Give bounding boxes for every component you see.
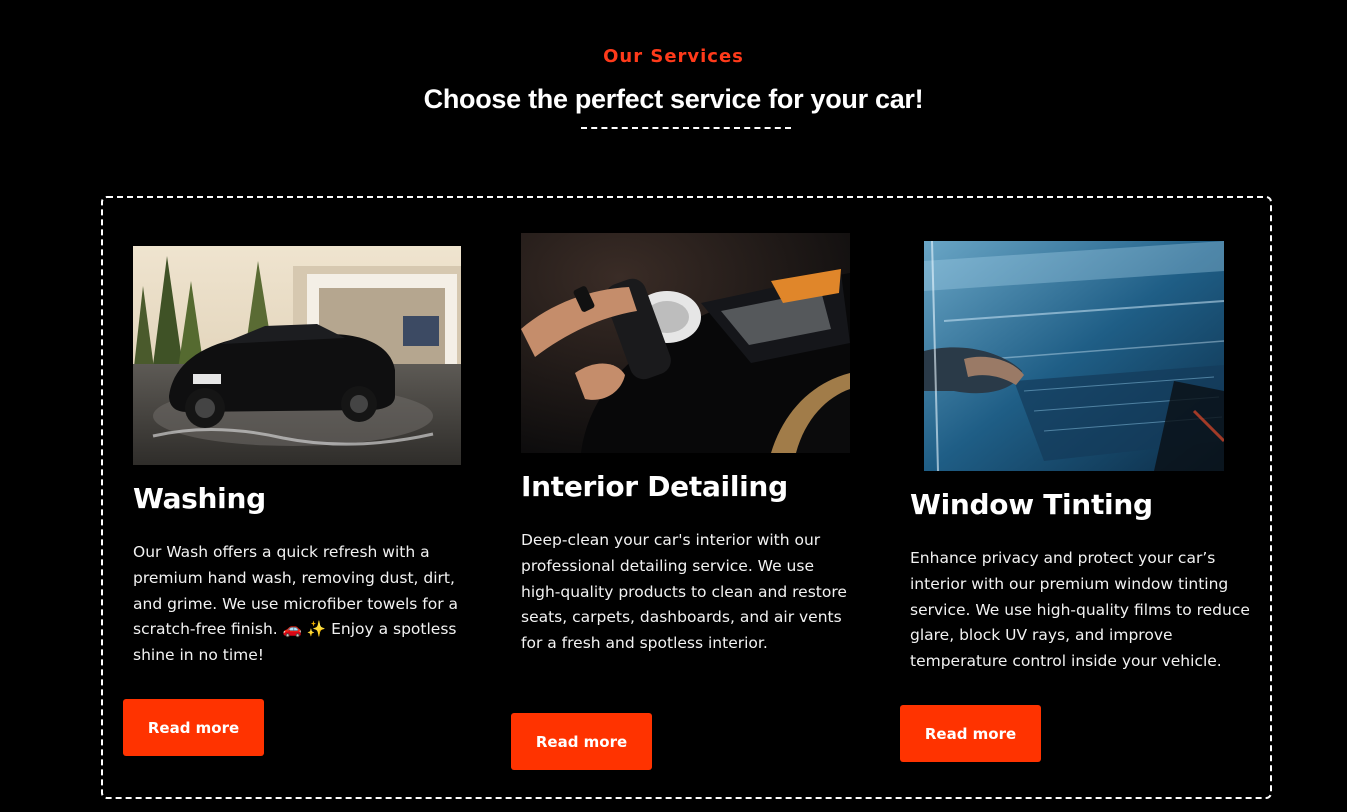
services-section: Our Services Choose the perfect service … [0, 0, 1347, 812]
window-tinting-image [924, 241, 1224, 471]
section-headline: Choose the perfect service for your car! [423, 84, 924, 114]
section-eyebrow: Our Services [603, 46, 744, 67]
headline-divider [581, 127, 791, 129]
washing-title: Washing [133, 482, 266, 515]
window-tinting-title: Window Tinting [910, 488, 1153, 521]
window-tinting-read-more-button[interactable]: Read more [900, 705, 1041, 762]
washing-image [133, 246, 461, 465]
interior-detailing-read-more-button[interactable]: Read more [511, 713, 652, 770]
washing-read-more-button[interactable]: Read more [123, 699, 264, 756]
window-tinting-description: Enhance privacy and protect your car’s i… [910, 549, 1250, 671]
interior-detailing-title: Interior Detailing [521, 470, 788, 503]
interior-detailing-image [521, 233, 850, 453]
washing-description: Our Wash offers a quick refresh with a p… [133, 543, 459, 665]
interior-detailing-description: Deep-clean your car's interior with our … [521, 531, 847, 653]
